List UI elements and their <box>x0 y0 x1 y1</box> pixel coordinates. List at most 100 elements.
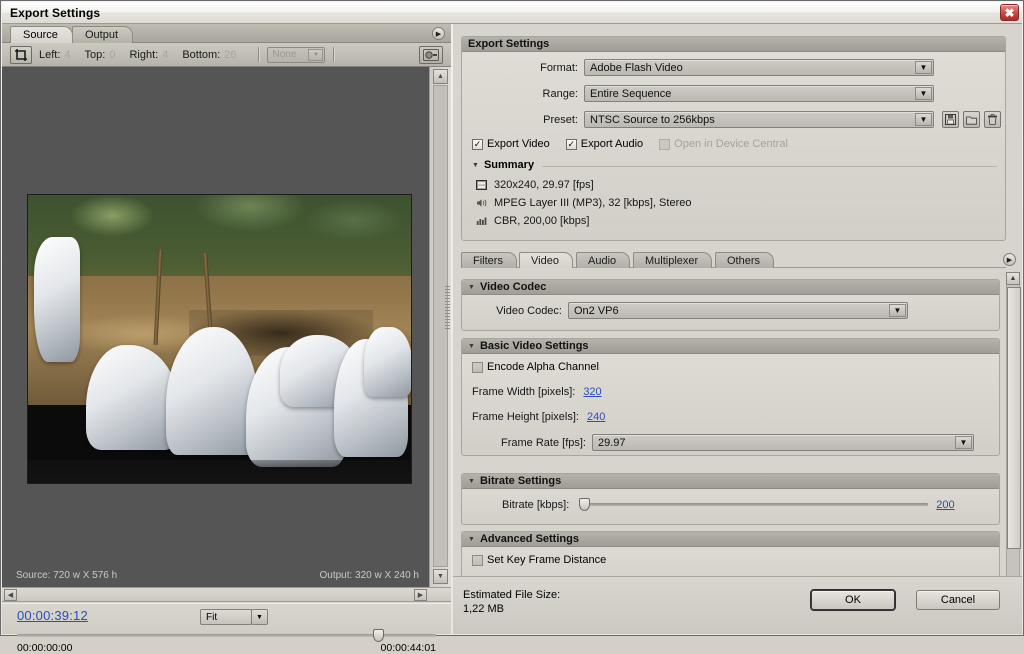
current-timecode[interactable]: 00:00:39:12 <box>17 608 88 623</box>
range-value: Entire Sequence <box>590 88 671 100</box>
alpha-channel-label: Encode Alpha Channel <box>487 361 599 373</box>
ok-button[interactable]: OK <box>811 590 895 610</box>
summary-video-text: 320x240, 29.97 [fps] <box>494 179 594 191</box>
preset-row: Preset: NTSC Source to 256kbps ▼ <box>462 111 1005 128</box>
tab-source[interactable]: Source <box>10 26 73 43</box>
chevron-down-icon: ▼ <box>955 436 972 449</box>
video-codec-group-header[interactable]: ▼ Video Codec <box>462 280 999 295</box>
tab-video[interactable]: Video <box>519 252 573 268</box>
zoom-level-select[interactable]: Fit ▼ <box>200 609 252 625</box>
chevron-down-icon: ▼ <box>468 284 475 291</box>
chevron-down-icon: ▼ <box>915 61 932 74</box>
panel-menu-icon[interactable]: ▶ <box>432 27 445 40</box>
chevron-down-icon: ▼ <box>468 536 475 543</box>
alpha-channel-checkbox[interactable]: Encode Alpha Channel <box>472 361 599 373</box>
settings-vertical-scrollbar[interactable]: ▲ ▼ <box>1006 272 1020 590</box>
bitrate-icon <box>476 216 489 226</box>
frame-height-value[interactable]: 240 <box>587 411 605 423</box>
chevron-down-icon: ▼ <box>468 343 475 350</box>
crop-preset-select[interactable]: None ▼ <box>267 47 325 63</box>
scroll-down-icon[interactable]: ▼ <box>433 569 448 584</box>
settings-scroll-thumb[interactable] <box>1007 287 1021 549</box>
source-preview-pane: Source Output ▶ Left: 4 Top: 0 Right: 4 … <box>2 24 451 634</box>
video-codec-select[interactable]: On2 VP6 ▼ <box>568 302 908 319</box>
format-value: Adobe Flash Video <box>590 62 683 74</box>
scroll-left-icon[interactable]: ◀ <box>4 589 17 601</box>
crop-bottom-value[interactable]: 26 <box>224 49 236 61</box>
keyframe-distance-checkbox[interactable]: Set Key Frame Distance <box>472 554 606 566</box>
checkbox-unchecked-icon <box>472 362 483 373</box>
cancel-button[interactable]: Cancel <box>916 590 1000 610</box>
tab-filters-label: Filters <box>473 255 503 267</box>
crop-tool-icon[interactable] <box>10 46 32 64</box>
export-audio-checkbox[interactable]: ✓ Export Audio <box>566 138 643 150</box>
bitrate-group-header[interactable]: ▼ Bitrate Settings <box>462 474 999 489</box>
bitrate-slider-track[interactable] <box>590 503 928 506</box>
export-video-checkbox[interactable]: ✓ Export Video <box>472 138 550 150</box>
scroll-right-icon[interactable]: ▶ <box>414 589 427 601</box>
summary-divider <box>542 166 997 167</box>
preview-horizontal-scrollbar[interactable]: ◀ ▶ <box>2 587 451 602</box>
deinterlace-icon[interactable] <box>419 46 443 64</box>
preset-select[interactable]: NTSC Source to 256kbps ▼ <box>584 111 934 128</box>
start-timecode: 00:00:00:00 <box>17 642 72 654</box>
toolbar-divider-1 <box>258 47 259 62</box>
frame-width-value[interactable]: 320 <box>583 386 601 398</box>
close-icon[interactable]: ✖ <box>1000 4 1019 21</box>
crop-top-label: Top: <box>85 49 106 61</box>
window-title: Export Settings <box>10 6 100 20</box>
end-timecode: 00:00:44:01 <box>381 642 436 654</box>
settings-scroll-track[interactable] <box>1006 285 1020 577</box>
output-size-info: Output: 320 w X 240 h <box>319 570 419 581</box>
tab-filters[interactable]: Filters <box>461 252 517 268</box>
pane-splitter[interactable] <box>445 286 450 330</box>
scroll-up-icon[interactable]: ▲ <box>433 69 448 84</box>
checkbox-checked-icon: ✓ <box>566 139 577 150</box>
range-select[interactable]: Entire Sequence ▼ <box>584 85 934 102</box>
export-video-label: Export Video <box>487 138 550 150</box>
crop-left-value[interactable]: 4 <box>64 49 70 61</box>
crop-preset-value: None <box>272 49 296 60</box>
summary-header[interactable]: ▼ Summary <box>472 159 534 171</box>
crop-bottom-label: Bottom: <box>182 49 220 61</box>
chevron-down-icon: ▼ <box>915 87 932 100</box>
keyframe-distance-label: Set Key Frame Distance <box>487 554 606 566</box>
export-settings-group-header[interactable]: Export Settings <box>462 37 1005 52</box>
zoom-level-value: Fit <box>206 612 217 623</box>
save-preset-icon[interactable] <box>942 111 959 128</box>
frame-rate-row: Frame Rate [fps]: 29.97 ▼ <box>462 434 999 451</box>
export-audio-label: Export Audio <box>581 138 643 150</box>
basic-video-group-header[interactable]: ▼ Basic Video Settings <box>462 339 999 354</box>
crop-top-value[interactable]: 0 <box>109 49 115 61</box>
summary-video-row: 320x240, 29.97 [fps] <box>476 179 594 191</box>
basic-video-settings-group: ▼ Basic Video Settings Encode Alpha Chan… <box>461 338 1000 456</box>
frame-rate-select[interactable]: 29.97 ▼ <box>592 434 974 451</box>
format-select[interactable]: Adobe Flash Video ▼ <box>584 59 934 76</box>
preset-label: Preset: <box>462 114 578 126</box>
export-settings-group: Export Settings Format: Adobe Flash Vide… <box>461 36 1006 241</box>
advanced-group-header[interactable]: ▼ Advanced Settings <box>462 532 999 547</box>
panel-menu-icon[interactable]: ▶ <box>1003 253 1016 266</box>
tab-output[interactable]: Output <box>72 26 133 43</box>
frame-height-label: Frame Height [pixels]: <box>472 411 579 423</box>
import-preset-icon[interactable] <box>963 111 980 128</box>
tab-audio[interactable]: Audio <box>576 252 630 268</box>
tab-others[interactable]: Others <box>715 252 774 268</box>
summary-title: Summary <box>484 159 534 171</box>
video-codec-group: ▼ Video Codec Video Codec: On2 VP6 ▼ <box>461 279 1000 331</box>
source-size-info: Source: 720 w X 576 h <box>16 570 117 581</box>
frame-height-row: Frame Height [pixels]: 240 <box>472 411 605 423</box>
summary-audio-row: MPEG Layer III (MP3), 32 [kbps], Stereo <box>476 197 691 209</box>
delete-preset-icon[interactable] <box>984 111 1001 128</box>
crop-right-value[interactable]: 4 <box>162 49 168 61</box>
bitrate-value[interactable]: 200 <box>936 499 954 511</box>
scroll-up-icon[interactable]: ▲ <box>1006 272 1020 285</box>
sack-shape <box>364 327 412 397</box>
basic-video-group-title: Basic Video Settings <box>480 340 589 352</box>
video-preview-area[interactable]: Source: 720 w X 576 h Output: 320 w X 24… <box>2 67 429 587</box>
source-output-tabstrip: Source Output ▶ <box>2 24 451 43</box>
summary-audio-text: MPEG Layer III (MP3), 32 [kbps], Stereo <box>494 197 691 209</box>
bitrate-slider-handle[interactable] <box>579 498 590 511</box>
tab-multiplexer[interactable]: Multiplexer <box>633 252 712 268</box>
device-central-label: Open in Device Central <box>674 138 788 150</box>
